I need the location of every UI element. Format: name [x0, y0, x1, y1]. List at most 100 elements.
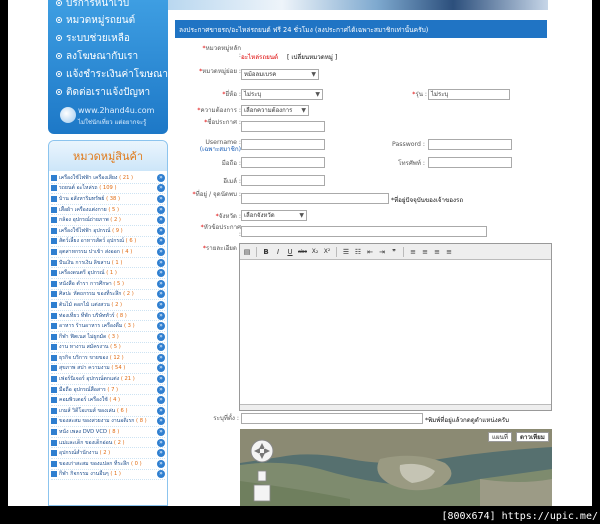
indent-icon[interactable]: ⇥	[377, 247, 387, 257]
category-name: เฟอร์นิเจอร์ อุปกรณ์ตกแต่ง	[59, 376, 120, 383]
site-logo[interactable]: www.2hand4u.com ไม่ใช่นักเที่ยว แต่อยากจ…	[56, 103, 164, 129]
category-item[interactable]: เสื้อผ้า เครื่องแต่งกาย ( 5 ) »	[51, 205, 165, 216]
category-count: ( 109 )	[99, 185, 117, 192]
chevron-right-icon: »	[157, 406, 165, 415]
category-item[interactable]: อุปกรณ์สำนักงาน ( 2 ) »	[51, 448, 165, 460]
category-item[interactable]: ปันเงิน การเงิน ลิขสาน ( 1 ) »	[51, 258, 165, 269]
outdent-icon[interactable]: ⇤	[365, 247, 375, 257]
category-item[interactable]: เครื่องใช้ไฟฟ้า เครื่องเสียง ( 21 ) »	[51, 173, 165, 184]
need-label: *ความต้องการ :	[197, 107, 241, 114]
subscript-button[interactable]: X₂	[310, 247, 320, 257]
category-name: แม่และเด็ก ของเด็กอ่อน	[59, 439, 113, 446]
category-item[interactable]: แม่และเด็ก ของเด็กอ่อน ( 2 ) »	[51, 438, 165, 449]
category-item[interactable]: หนัง เพลง DVD VCD ( 8 ) »	[51, 427, 165, 438]
nav-item-car-categories[interactable]: หมวดหมู่รถยนต์	[56, 11, 135, 29]
chevron-right-icon: »	[157, 417, 165, 426]
logo-icon	[60, 107, 76, 123]
category-item[interactable]: หนังสือ ตำรา การศึกษา ( 5 ) »	[51, 279, 165, 290]
brand-select[interactable]: ไม่ระบุ ▼	[241, 89, 323, 100]
chevron-right-icon: »	[157, 353, 165, 362]
category-item[interactable]: สัตว์เลี้ยง อาหารสัตว์ อุปกรณ์ ( 6 ) »	[51, 237, 165, 248]
category-name: ของสะสม ของสวยงาม งานอดิเรก	[59, 418, 135, 425]
chevron-right-icon: »	[157, 396, 165, 405]
title-input[interactable]	[241, 121, 325, 132]
align-left-icon[interactable]: ≡	[408, 247, 418, 257]
category-name: หนัง เพลง DVD VCD	[59, 429, 107, 436]
category-count: ( 6 )	[116, 407, 128, 414]
map-view-button[interactable]: แผนที่	[488, 432, 512, 442]
chevron-right-icon: »	[157, 300, 165, 309]
category-item[interactable]: มือถือ อุปกรณ์สื่อสาร ( 7 ) »	[51, 385, 165, 396]
category-item[interactable]: ศิลปะ หัตถกรรม ของที่ระลึก ( 2 ) »	[51, 290, 165, 301]
category-item[interactable]: เกมส์ วิดีโอเกมส์ ของเล่น ( 6 ) »	[51, 406, 165, 417]
phone-input[interactable]	[428, 157, 512, 168]
nav-item-advertise[interactable]: ลงโฆษณากับเรา	[56, 47, 138, 65]
category-name: ศิลปะ หัตถกรรม ของที่ระลึก	[59, 291, 122, 298]
category-item[interactable]: รถยนต์ อะไหล่รถ ( 109 ) »	[51, 184, 165, 195]
italic-button[interactable]: I	[273, 247, 283, 257]
category-item[interactable]: งาน หางาน สมัครงาน ( 5 ) »	[51, 343, 165, 354]
location-input[interactable]	[241, 413, 423, 424]
category-name: คอมพิวเตอร์ เครื่องใช้	[59, 397, 108, 404]
category-item[interactable]: คอมพิวเตอร์ เครื่องใช้ ( 4 ) »	[51, 395, 165, 407]
bold-button[interactable]: B	[261, 247, 271, 257]
category-count: ( 5 )	[108, 206, 119, 213]
username-input[interactable]	[241, 139, 325, 150]
category-count: ( 6 )	[125, 238, 137, 245]
source-icon[interactable]: ▤	[242, 247, 252, 257]
align-justify-icon[interactable]: ≡	[444, 247, 454, 257]
category-count: ( 54 )	[111, 365, 126, 372]
category-item[interactable]: ต้นไม้ ดอกไม้ แต่งสวน ( 2 ) »	[51, 300, 165, 311]
category-item[interactable]: กีฬา กิจกรรม งานอื่นๆ ( 1 ) »	[51, 470, 165, 481]
password-input[interactable]	[428, 139, 512, 150]
need-select[interactable]: เลือกความต้องการ ▼	[241, 105, 309, 116]
satellite-view-button[interactable]: ดาวเทียม	[516, 432, 549, 442]
subcategory-select[interactable]: หม้อลมเบรค ▼	[241, 69, 319, 80]
align-right-icon[interactable]: ≡	[432, 247, 442, 257]
underline-button[interactable]: U	[285, 247, 295, 257]
category-item[interactable]: ของสะสม ของสวยงาม งานอดิเรก ( 8 ) »	[51, 417, 165, 428]
address-input[interactable]	[241, 193, 389, 204]
folder-icon	[51, 365, 57, 372]
nav-item-contact[interactable]: ติดต่อเราแจ้งปัญหา	[56, 83, 150, 101]
email-input[interactable]	[241, 175, 325, 186]
strike-button[interactable]: abc	[297, 247, 308, 257]
category-item[interactable]: สุขภาพ สปา ความงาม ( 54 ) »	[51, 364, 165, 375]
category-item[interactable]: บ้าน อสังหาริมทรัพย์ ( 38 ) »	[51, 194, 165, 205]
blockquote-icon[interactable]: ❞	[389, 247, 399, 257]
nav-item-payment[interactable]: แจ้งชำระเงินค่าโฆษณา	[56, 65, 168, 83]
location-map[interactable]: แผนที่ ดาวเทียม	[240, 429, 552, 506]
model-input[interactable]: ไม่ระบุ	[428, 89, 510, 100]
province-select[interactable]: เลือกจังหวัด ▼	[241, 210, 307, 221]
chevron-down-icon: ▼	[311, 71, 316, 78]
chevron-right-icon: »	[157, 332, 165, 341]
category-name: อาหาร ร้านอาหาร เครื่องดื่ม	[59, 323, 123, 330]
bullet-list-icon[interactable]: ☷	[353, 247, 363, 257]
category-item[interactable]: เครื่องดนตรี อุปกรณ์ ( 1 ) »	[51, 268, 165, 279]
chevron-right-icon: »	[157, 343, 165, 352]
category-item[interactable]: กล้อง อุปกรณ์ถ่ายภาพ ( 2 ) »	[51, 215, 165, 226]
folder-icon	[51, 397, 57, 404]
category-item[interactable]: กีฬา ฟิตเนส ไม่ผูกมัด ( 3 ) »	[51, 332, 165, 343]
category-name: ท่องเที่ยว ที่พัก บริษัททัวร์	[59, 312, 115, 319]
ordered-list-icon[interactable]: ☰	[341, 247, 351, 257]
chevron-right-icon: »	[157, 438, 165, 447]
category-item[interactable]: ท่องเที่ยว ที่พัก บริษัททัวร์ ( 8 ) »	[51, 311, 165, 322]
superscript-button[interactable]: X²	[322, 247, 332, 257]
mobile-input[interactable]	[241, 157, 325, 168]
category-item[interactable]: อุตสาหกรรม ปาเข้า ส่งออก ( 4 ) »	[51, 247, 165, 258]
category-count: ( 9 )	[112, 227, 123, 234]
align-center-icon[interactable]: ≡	[420, 247, 430, 257]
chevron-right-icon: »	[157, 258, 165, 267]
category-item[interactable]: ของเก่าสะสม ของแปลก ที่ระลึก ( 0 ) »	[51, 459, 165, 470]
category-item[interactable]: เครื่องใช้ไฟฟ้า อุปกรณ์ ( 9 ) »	[51, 226, 165, 237]
category-item[interactable]: ธุรกิจ บริการ ขายของ ( 12 ) »	[51, 353, 165, 364]
category-item[interactable]: เฟอร์นิเจอร์ อุปกรณ์ตกแต่ง ( 21 ) »	[51, 374, 165, 385]
subcategory-label: *หมวดหมู่ย่อย :	[199, 68, 241, 75]
change-category-link[interactable]: [ เปลี่ยนหมวดหมู่ ]	[287, 52, 337, 62]
chevron-right-icon: »	[157, 226, 165, 235]
rich-text-editor[interactable]: ▤ B I U abc X₂ X² ☰ ☷ ⇤ ⇥ ❞ ≡ ≡ ≡ ≡	[239, 243, 552, 411]
category-item[interactable]: อาหาร ร้านอาหาร เครื่องดื่ม ( 3 ) »	[51, 321, 165, 332]
nav-item-help[interactable]: ระบบช่วยเหลือ	[56, 29, 130, 47]
headline-input[interactable]	[241, 226, 487, 237]
